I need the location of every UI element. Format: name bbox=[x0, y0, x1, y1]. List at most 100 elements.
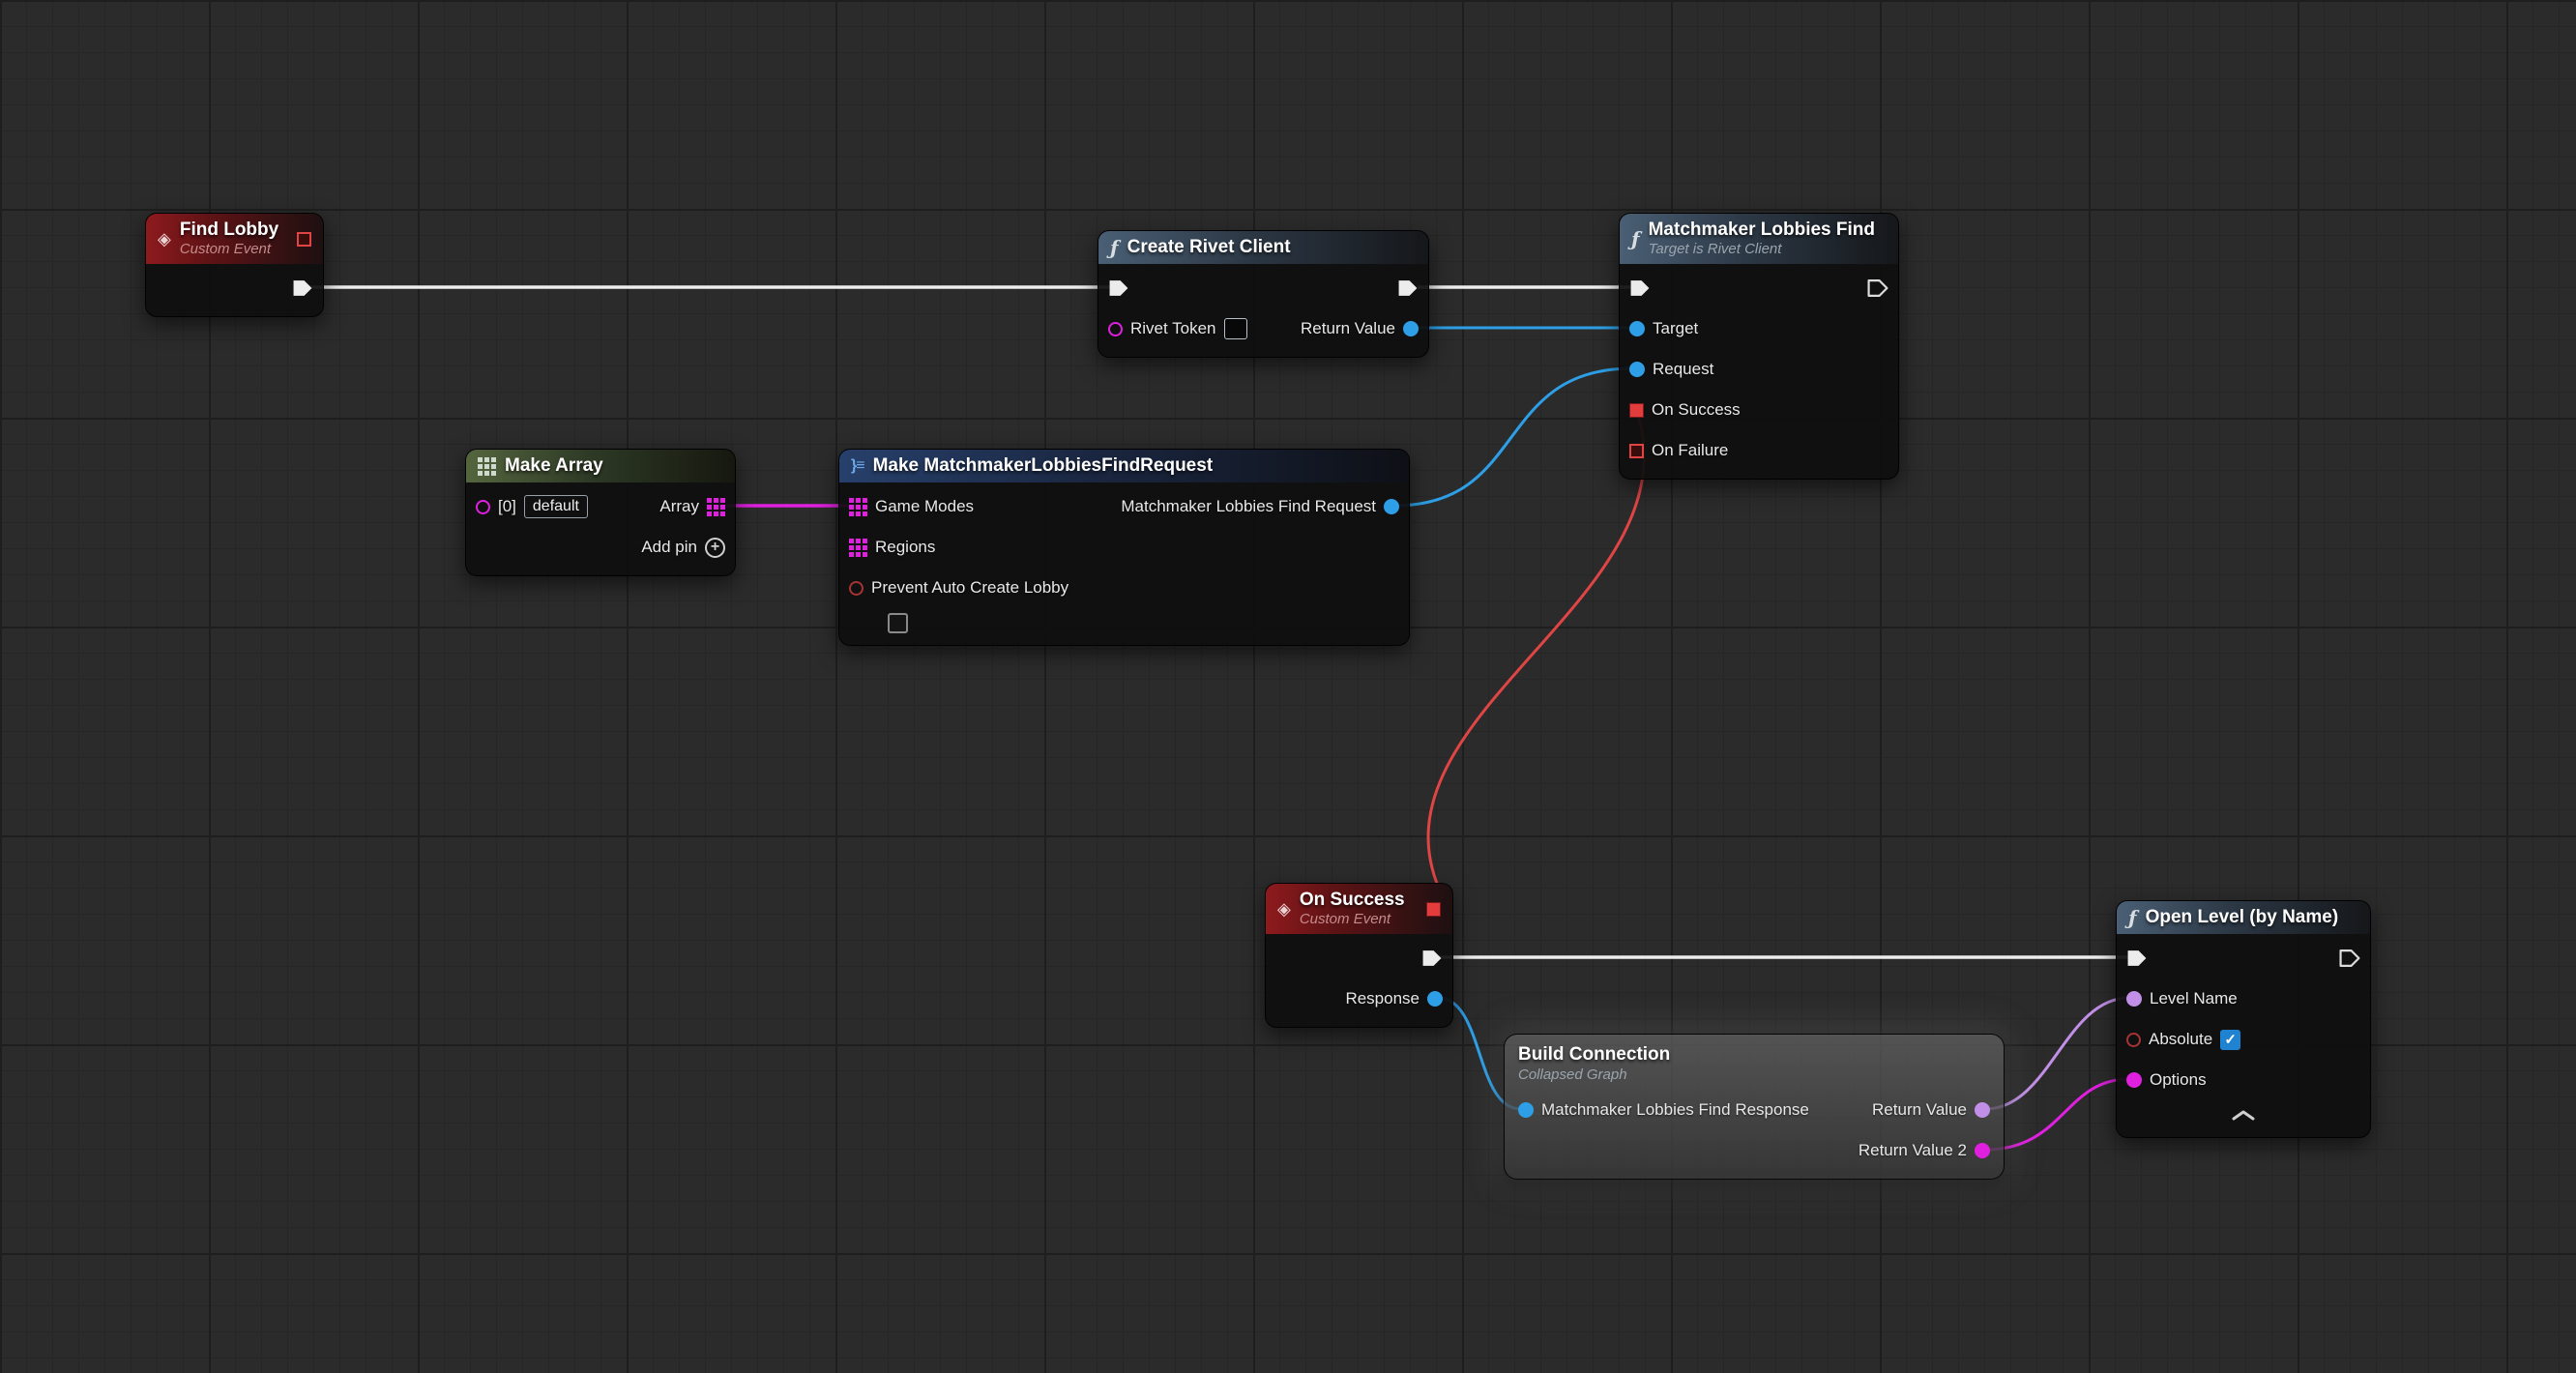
node-header[interactable]: ƒ Open Level (by Name) bbox=[2117, 901, 2370, 934]
on-failure-delegate-pin[interactable] bbox=[1629, 444, 1644, 458]
request-pin[interactable] bbox=[1629, 362, 1645, 377]
exec-in-pin[interactable] bbox=[1108, 278, 1129, 298]
node-header[interactable]: ƒ Create Rivet Client bbox=[1098, 231, 1428, 264]
return-value-pin[interactable] bbox=[1975, 1102, 1990, 1118]
node-find-lobby[interactable]: ◈ Find Lobby Custom Event bbox=[145, 213, 324, 317]
node-subtitle: Target is Rivet Client bbox=[1649, 241, 1875, 258]
exec-out-pin[interactable] bbox=[1421, 949, 1443, 968]
pin-label: [0] bbox=[498, 497, 516, 516]
node-create-rivet-client[interactable]: ƒ Create Rivet Client Rivet Token Re bbox=[1098, 230, 1429, 358]
pin-row: Level Name bbox=[2117, 979, 2370, 1019]
exec-in-pin[interactable] bbox=[2126, 949, 2148, 968]
node-header[interactable]: Build Connection Collapsed Graph bbox=[1505, 1035, 2004, 1086]
pin-row bbox=[1266, 938, 1452, 979]
request-out-pin[interactable] bbox=[1384, 499, 1399, 514]
collapse-chevron-button[interactable] bbox=[2231, 1108, 2256, 1122]
node-title: Create Rivet Client bbox=[1127, 237, 1291, 258]
absolute-pin[interactable] bbox=[2126, 1033, 2141, 1047]
pin-row bbox=[1620, 268, 1898, 308]
pin-row bbox=[2117, 938, 2370, 979]
blueprint-canvas[interactable]: ◈ Find Lobby Custom Event ƒ Create Rivet… bbox=[0, 0, 2576, 1373]
prevent-auto-create-lobby-checkbox[interactable] bbox=[888, 613, 908, 633]
node-subtitle: Custom Event bbox=[180, 241, 278, 258]
node-open-level[interactable]: ƒ Open Level (by Name) Level Name Absolu… bbox=[2116, 900, 2371, 1138]
wire-returnvalue-to-levelname[interactable] bbox=[1985, 998, 2129, 1109]
return-value-2-pin[interactable] bbox=[1975, 1143, 1990, 1158]
add-pin-button[interactable]: + bbox=[705, 538, 725, 558]
pin-label: On Failure bbox=[1652, 441, 1728, 460]
response-pin[interactable] bbox=[1427, 991, 1443, 1007]
pin-row: Options bbox=[2117, 1060, 2370, 1100]
return-value-pin[interactable] bbox=[1403, 321, 1419, 336]
node-header[interactable]: ƒ Matchmaker Lobbies Find Target is Rive… bbox=[1620, 214, 1898, 264]
target-pin[interactable] bbox=[1629, 321, 1645, 336]
exec-arrow-icon bbox=[1421, 949, 1443, 968]
node-matchmaker-lobbies-find[interactable]: ƒ Matchmaker Lobbies Find Target is Rive… bbox=[1619, 213, 1899, 480]
pin-label: Target bbox=[1653, 319, 1698, 338]
pin-label: Game Modes bbox=[875, 497, 974, 516]
array-element-0-value-field[interactable]: default bbox=[524, 495, 588, 518]
node-build-connection[interactable]: Build Connection Collapsed Graph Matchma… bbox=[1504, 1034, 2005, 1180]
wire-returnvalue2-to-options[interactable] bbox=[1985, 1079, 2129, 1150]
node-title: Open Level (by Name) bbox=[2146, 907, 2339, 928]
pin-label: Array bbox=[659, 497, 699, 516]
node-header[interactable]: }≡ Make MatchmakerLobbiesFindRequest bbox=[839, 450, 1409, 482]
regions-pin[interactable] bbox=[849, 539, 854, 543]
pin-row bbox=[2117, 1100, 2370, 1129]
add-pin-label: Add pin bbox=[641, 538, 697, 557]
node-header[interactable]: ◈ Find Lobby Custom Event bbox=[146, 214, 323, 264]
node-header[interactable]: Make Array bbox=[466, 450, 735, 482]
pin-label: Prevent Auto Create Lobby bbox=[871, 578, 1068, 598]
array-out-pin[interactable] bbox=[707, 498, 712, 503]
node-subtitle: Custom Event bbox=[1300, 911, 1405, 928]
node-on-success[interactable]: ◈ On Success Custom Event Response bbox=[1265, 883, 1453, 1028]
pin-label: On Success bbox=[1652, 400, 1741, 420]
matchmaker-response-in-pin[interactable] bbox=[1518, 1102, 1534, 1118]
pin-label: Response bbox=[1345, 989, 1420, 1008]
exec-arrow-icon bbox=[292, 278, 313, 298]
wire-layer bbox=[0, 0, 2576, 1373]
exec-arrow-icon bbox=[1867, 278, 1888, 298]
rivet-token-pin[interactable] bbox=[1108, 322, 1123, 336]
pin-row bbox=[839, 608, 1409, 637]
pin-row: Prevent Auto Create Lobby bbox=[839, 568, 1409, 608]
exec-out-pin[interactable] bbox=[292, 278, 313, 298]
on-success-delegate-pin[interactable] bbox=[1629, 403, 1644, 418]
function-icon: ƒ bbox=[2128, 908, 2137, 927]
rivet-token-value-field[interactable] bbox=[1224, 318, 1247, 339]
pin-row: Matchmaker Lobbies Find Response Return … bbox=[1505, 1090, 2004, 1130]
pin-row: [0] default Array bbox=[466, 486, 735, 527]
delegate-output-pin[interactable] bbox=[297, 232, 311, 247]
level-name-pin[interactable] bbox=[2126, 991, 2142, 1007]
pin-row: Target bbox=[1620, 308, 1898, 349]
exec-arrow-icon bbox=[2126, 949, 2148, 968]
exec-out-pin[interactable] bbox=[1397, 278, 1419, 298]
prevent-auto-create-lobby-pin[interactable] bbox=[849, 581, 864, 596]
options-pin[interactable] bbox=[2126, 1072, 2142, 1088]
pin-label: Return Value bbox=[1872, 1100, 1967, 1120]
node-make-array[interactable]: Make Array [0] default Array Add pin + bbox=[465, 449, 736, 576]
delegate-output-pin[interactable] bbox=[1426, 902, 1441, 917]
pin-row: Response bbox=[1266, 979, 1452, 1019]
pin-label: Matchmaker Lobbies Find Response bbox=[1541, 1100, 1809, 1120]
absolute-checkbox[interactable]: ✓ bbox=[2220, 1030, 2240, 1050]
pin-label: Options bbox=[2150, 1070, 2207, 1090]
exec-out-pin[interactable] bbox=[2339, 949, 2360, 968]
exec-out-pin[interactable] bbox=[1867, 278, 1888, 298]
pin-row: Rivet Token Return Value bbox=[1098, 308, 1428, 349]
node-header[interactable]: ◈ On Success Custom Event bbox=[1266, 884, 1452, 934]
array-element-0-pin[interactable] bbox=[476, 500, 490, 514]
wire-delegate-onsuccess[interactable] bbox=[1428, 415, 1644, 891]
node-make-matchmaker-request[interactable]: }≡ Make MatchmakerLobbiesFindRequest Gam… bbox=[838, 449, 1410, 646]
function-icon: ƒ bbox=[1631, 229, 1640, 248]
wire-request-out-to-request[interactable] bbox=[1394, 368, 1632, 506]
pin-label: Request bbox=[1653, 360, 1713, 379]
pin-row: Regions bbox=[839, 527, 1409, 568]
node-title: Matchmaker Lobbies Find bbox=[1649, 219, 1875, 241]
game-modes-pin[interactable] bbox=[849, 498, 854, 503]
exec-arrow-icon bbox=[1108, 278, 1129, 298]
pin-row: Game Modes Matchmaker Lobbies Find Reque… bbox=[839, 486, 1409, 527]
pin-label: Level Name bbox=[2150, 989, 2238, 1008]
exec-in-pin[interactable] bbox=[1629, 278, 1651, 298]
pin-row bbox=[146, 268, 323, 308]
